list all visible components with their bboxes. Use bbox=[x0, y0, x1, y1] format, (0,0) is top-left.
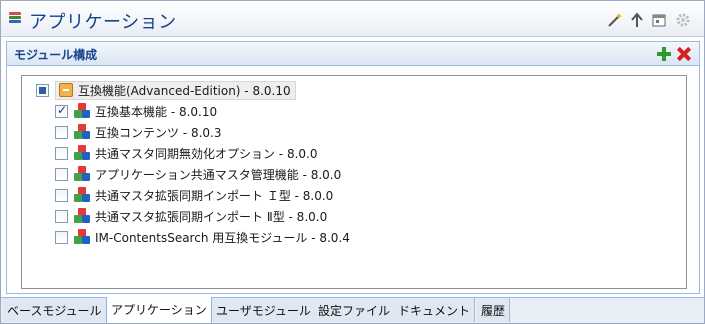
module-label: IM-ContentsSearch 用互換モジュール - 8.0.4 bbox=[95, 230, 350, 245]
tree-child-node[interactable]: 共通マスタ拡張同期インポート Ｉ型 - 8.0.0 bbox=[55, 185, 333, 205]
root-label: 互換機能(Advanced-Edition) - 8.0.10 bbox=[78, 83, 291, 98]
gear-icon[interactable] bbox=[675, 12, 691, 28]
package-icon bbox=[58, 82, 74, 98]
delete-x-icon[interactable] bbox=[677, 47, 691, 61]
module-label: 共通マスタ同期無効化オプション - 8.0.0 bbox=[95, 146, 318, 161]
module-tree: 互換機能(Advanced-Edition) - 8.0.10 互換基本機能 -… bbox=[21, 75, 687, 289]
calendar-icon[interactable] bbox=[651, 12, 667, 28]
panel-title: モジュール構成 bbox=[14, 48, 98, 62]
module-checkbox[interactable] bbox=[55, 230, 68, 244]
module-label: アプリケーション共通マスタ管理機能 - 8.0.0 bbox=[95, 167, 342, 182]
tab-0[interactable]: ベースモジュール bbox=[3, 298, 107, 322]
bottom-tabbar: ベースモジュール アプリケーション ユーザモジュール 設定ファイル ドキュメント 履歴 bbox=[1, 297, 704, 323]
module-label: 互換基本機能 - 8.0.10 bbox=[95, 104, 218, 119]
magic-wand-icon[interactable] bbox=[607, 12, 623, 28]
module-icon bbox=[74, 124, 90, 140]
tree-child-node[interactable]: 互換コンテンツ - 8.0.3 bbox=[55, 122, 222, 142]
module-icon bbox=[74, 208, 90, 224]
module-checkbox[interactable] bbox=[55, 167, 68, 181]
app-stack-icon bbox=[9, 12, 21, 26]
module-icon bbox=[74, 103, 90, 119]
tab-1[interactable]: アプリケーション bbox=[106, 297, 212, 323]
tree-child-node[interactable]: アプリケーション共通マスタ管理機能 - 8.0.0 bbox=[55, 164, 341, 184]
module-icon bbox=[74, 229, 90, 245]
application-window: アプリケーション モジュール構成 互換機能(Advanced-Edition) … bbox=[0, 0, 705, 324]
panel-header: モジュール構成 bbox=[7, 42, 699, 66]
tree-child-node[interactable]: 互換基本機能 - 8.0.10 bbox=[55, 101, 217, 121]
window-titlebar: アプリケーション bbox=[1, 1, 704, 37]
plus-icon[interactable] bbox=[657, 47, 671, 61]
tree-child-node[interactable]: 共通マスタ同期無効化オプション - 8.0.0 bbox=[55, 143, 318, 163]
module-config-panel: モジュール構成 互換機能(Advanced-Edition) - 8.0.10 … bbox=[6, 41, 700, 294]
module-label: 互換コンテンツ - 8.0.3 bbox=[95, 125, 222, 140]
root-label-wrap[interactable]: 互換機能(Advanced-Edition) - 8.0.10 bbox=[55, 80, 296, 100]
tab-4[interactable]: ドキュメント bbox=[394, 298, 476, 322]
tree-child-node[interactable]: IM-ContentsSearch 用互換モジュール - 8.0.4 bbox=[55, 227, 350, 247]
module-icon bbox=[74, 187, 90, 203]
arrow-up-icon[interactable] bbox=[629, 12, 645, 28]
module-checkbox[interactable] bbox=[55, 125, 68, 139]
tab-5[interactable]: 履歴 bbox=[477, 298, 511, 322]
module-checkbox[interactable] bbox=[55, 146, 68, 160]
module-checkbox[interactable] bbox=[55, 209, 68, 223]
tree-child-node[interactable]: 共通マスタ拡張同期インポート Ⅱ型 - 8.0.0 bbox=[55, 206, 327, 226]
module-label: 共通マスタ拡張同期インポート Ｉ型 - 8.0.0 bbox=[95, 188, 334, 203]
tree-root-node[interactable]: 互換機能(Advanced-Edition) - 8.0.10 bbox=[36, 80, 302, 100]
tab-2[interactable]: ユーザモジュール bbox=[212, 298, 316, 322]
module-checkbox[interactable] bbox=[55, 103, 68, 118]
module-label: 共通マスタ拡張同期インポート Ⅱ型 - 8.0.0 bbox=[95, 209, 328, 224]
module-icon bbox=[74, 166, 90, 182]
module-icon bbox=[74, 145, 90, 161]
window-title: アプリケーション bbox=[29, 12, 177, 33]
module-checkbox[interactable] bbox=[55, 188, 68, 202]
tab-3[interactable]: 設定ファイル bbox=[314, 298, 396, 322]
root-checkbox[interactable] bbox=[36, 83, 49, 97]
